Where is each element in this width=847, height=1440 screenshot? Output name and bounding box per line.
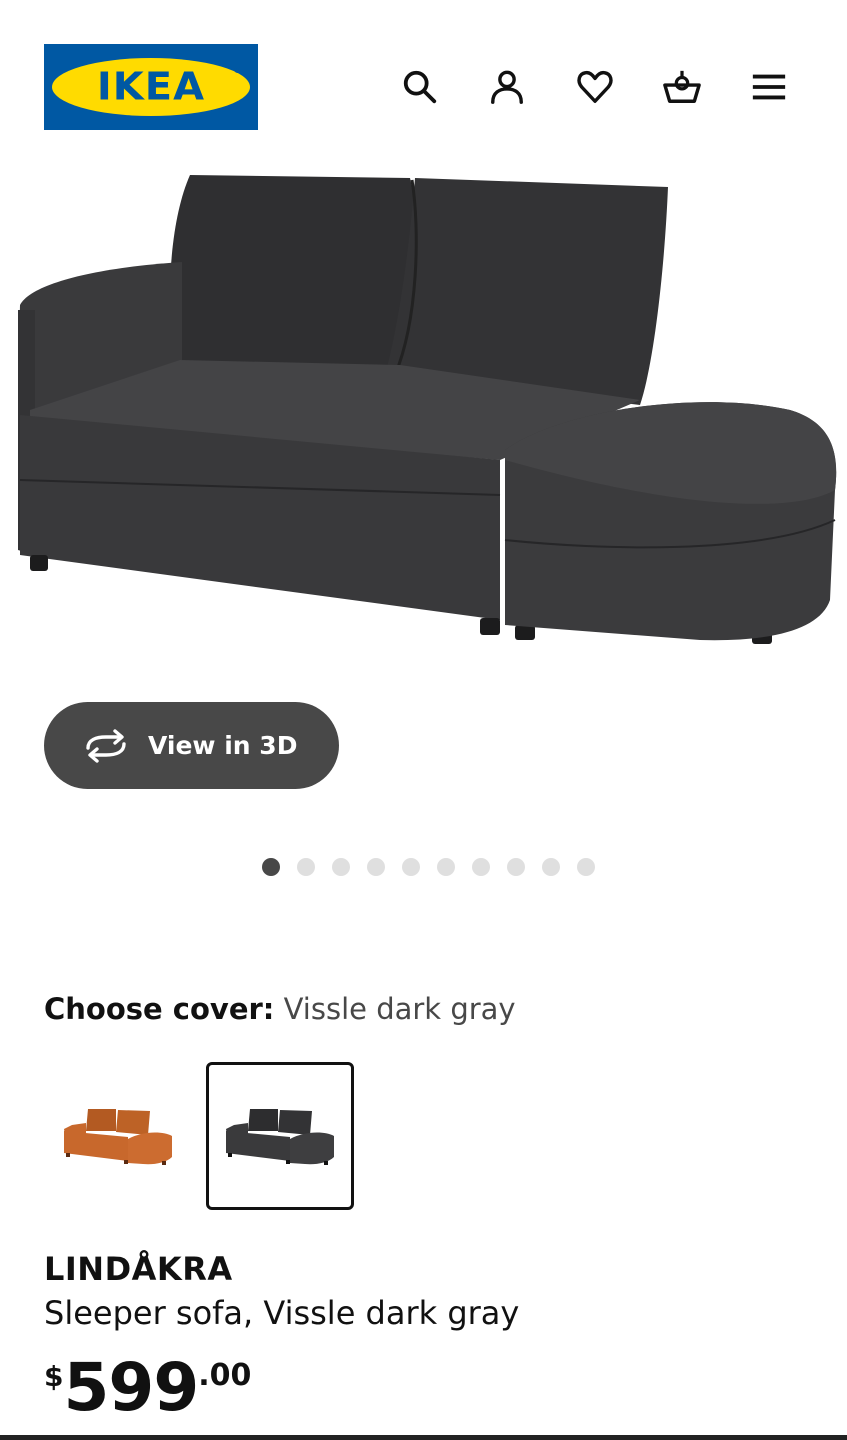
gallery-dot-3[interactable] [332,858,350,876]
gallery-dot-1[interactable] [262,858,280,876]
gallery-pagination [262,858,595,876]
choose-cover-value: Vissle dark gray [283,992,516,1026]
gallery-dot-9[interactable] [542,858,560,876]
rotate-3d-icon [82,728,130,764]
dark-gray-sofa-thumbnail [226,1109,334,1165]
account-icon[interactable] [484,64,530,110]
gallery-dot-2[interactable] [297,858,315,876]
menu-icon[interactable] [746,64,792,110]
gallery-dot-6[interactable] [437,858,455,876]
price-decimal: .00 [198,1358,252,1393]
product-price: $ 599 .00 [44,1348,251,1428]
logo-text: IKEA [96,65,206,109]
gallery-dot-8[interactable] [507,858,525,876]
bottom-divider [0,1435,847,1440]
gallery-dot-5[interactable] [402,858,420,876]
ikea-logo[interactable]: IKEA ® [44,44,258,130]
cover-option-orange[interactable] [44,1062,192,1210]
product-page: IKEA ® View in 3D Choose cover: Vissle d… [0,0,847,1440]
orange-sofa-thumbnail [64,1109,172,1165]
choose-cover-line: Choose cover: Vissle dark gray [44,992,516,1026]
search-icon[interactable] [397,64,443,110]
gallery-dot-4[interactable] [367,858,385,876]
logo-registered-mark: ® [233,66,242,76]
shopping-basket-icon[interactable] [659,64,705,110]
favorites-heart-icon[interactable] [572,64,618,110]
gallery-dot-7[interactable] [472,858,490,876]
product-name: LINDÅKRA [44,1250,233,1288]
choose-cover-label: Choose cover: [44,992,275,1026]
view-in-3d-button[interactable]: View in 3D [44,702,339,789]
cover-option-dark-gray[interactable] [206,1062,354,1210]
view-in-3d-label: View in 3D [148,731,298,760]
gallery-dot-10[interactable] [577,858,595,876]
price-currency: $ [44,1360,64,1393]
product-image[interactable] [0,160,847,680]
price-integer: 599 [63,1349,199,1426]
product-description: Sleeper sofa, Vissle dark gray [44,1294,520,1332]
